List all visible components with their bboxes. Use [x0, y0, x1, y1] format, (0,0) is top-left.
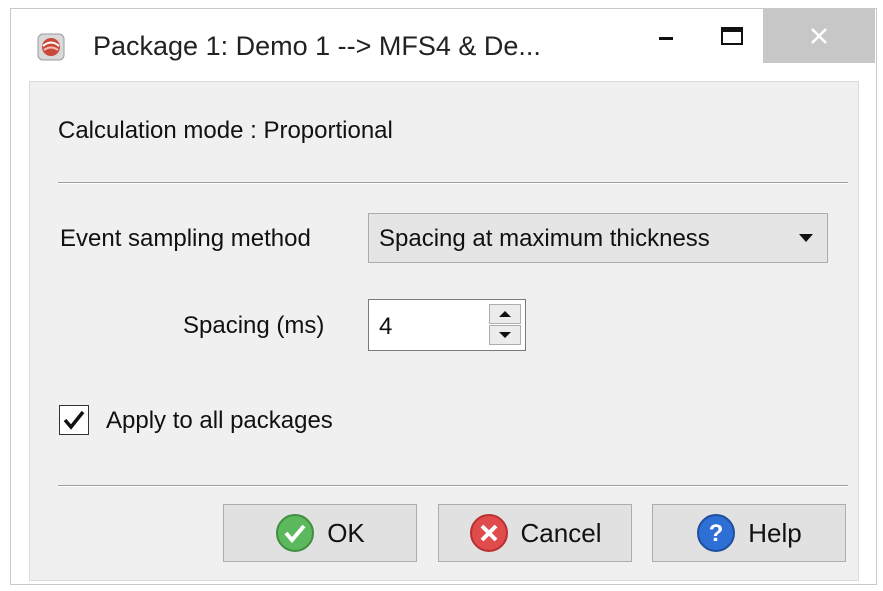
maximize-button[interactable] — [707, 9, 757, 63]
spacing-decrement-button[interactable] — [489, 325, 521, 345]
separator-bottom — [58, 485, 848, 487]
event-sampling-value: Spacing at maximum thickness — [379, 225, 710, 252]
help-button[interactable]: ? Help — [652, 504, 846, 562]
spacing-stepper[interactable]: 4 — [368, 299, 526, 351]
event-sampling-dropdown[interactable]: Spacing at maximum thickness — [368, 213, 828, 263]
apply-all-label[interactable]: Apply to all packages — [106, 407, 333, 435]
spacing-value: 4 — [379, 313, 393, 340]
arrow-down-icon — [499, 332, 511, 338]
checkmark-icon — [63, 410, 85, 430]
app-icon — [37, 33, 65, 61]
dialog-window: Package 1: Demo 1 --> MFS4 & De... Calcu… — [10, 8, 877, 585]
dialog-body: Calculation mode : Proportional Event sa… — [29, 81, 859, 581]
svg-text:?: ? — [709, 520, 724, 547]
maximize-icon — [721, 27, 743, 45]
separator-top — [58, 182, 848, 184]
calculation-mode-text: Calculation mode : Proportional — [58, 117, 393, 144]
spacing-increment-button[interactable] — [489, 304, 521, 324]
apply-all-checkbox[interactable] — [59, 405, 89, 435]
cancel-button[interactable]: Cancel — [438, 504, 632, 562]
help-label: Help — [748, 517, 802, 548]
cancel-x-icon — [469, 514, 508, 552]
title-bar[interactable]: Package 1: Demo 1 --> MFS4 & De... — [11, 9, 876, 81]
event-sampling-label: Event sampling method — [60, 225, 311, 252]
ok-check-icon — [276, 514, 315, 552]
ok-button[interactable]: OK — [223, 504, 417, 562]
help-question-icon: ? — [697, 514, 736, 552]
window-title: Package 1: Demo 1 --> MFS4 & De... — [93, 31, 541, 61]
ok-label: OK — [327, 517, 365, 548]
spacing-label: Spacing (ms) — [183, 312, 325, 339]
chevron-down-icon — [799, 234, 813, 242]
arrow-up-icon — [499, 311, 511, 317]
close-button[interactable] — [763, 9, 875, 63]
close-icon — [811, 28, 827, 44]
minimize-icon — [659, 37, 673, 40]
spacing-stepper-buttons — [489, 304, 521, 346]
minimize-button[interactable] — [641, 9, 691, 63]
cancel-label: Cancel — [520, 517, 602, 548]
